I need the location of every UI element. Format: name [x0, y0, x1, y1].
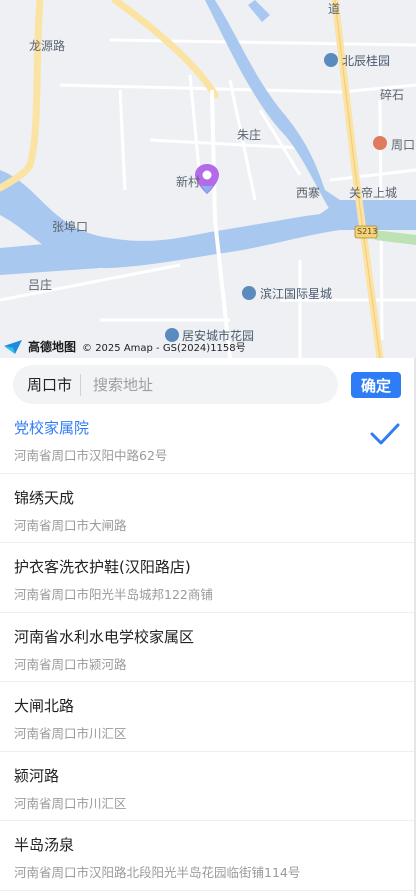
map-copyright: © 2025 Amap - GS(2024)1158号: [82, 343, 246, 354]
map-label-guandi: 关帝上城: [349, 186, 398, 200]
check-icon: [370, 423, 400, 445]
item-name: 大闸北路: [14, 697, 75, 715]
map-label-lvzhuang: 吕庄: [28, 278, 53, 292]
item-name: 河南省水利水电学校家属区: [14, 627, 195, 646]
item-address: 河南省周口市川汇区: [14, 795, 127, 811]
map-label-zhangbukou: 张埠口: [52, 220, 89, 234]
map-attribution: 高德地图 © 2025 Amap - GS(2024)1158号: [4, 338, 246, 355]
map-label-zhoukou: 周口: [391, 138, 416, 152]
map-label-s213: S213: [357, 227, 378, 236]
amap-logo-icon: [4, 339, 22, 354]
item-address: 河南省周口市汉阳路北段阳光半岛花园临街铺114号: [14, 865, 301, 880]
confirm-button[interactable]: 确定: [351, 372, 401, 398]
list-item[interactable]: 锦绣天成 河南省周口市大闸路: [0, 474, 416, 543]
map-label-suishi: 碎石: [380, 88, 405, 102]
item-name: 颍河路: [14, 766, 60, 785]
list-item[interactable]: 党校家属院 河南省周口市汉阳中路62号: [0, 404, 416, 474]
map-label-beichen-guiyuan: 北辰桂园: [342, 54, 391, 68]
item-name: 党校家属院: [14, 419, 90, 437]
item-address: 河南省周口市川汇区: [14, 726, 127, 741]
list-item[interactable]: 护衣客洗衣护鞋(汉阳路店) 河南省周口市阳光半岛城邦122商铺: [0, 543, 416, 613]
map-label-xizhai: 西寨: [296, 186, 321, 200]
amap-logo-text: 高德地图: [28, 340, 77, 354]
item-address: 河南省周口市颍河路: [14, 656, 127, 672]
map-label-binjiang: 滨江国际星城: [260, 287, 333, 301]
list-item[interactable]: 半岛汤泉 河南省周口市汉阳路北段阳光半岛花园临街铺114号: [0, 821, 416, 891]
item-name: 锦绣天成: [14, 488, 75, 507]
list-item[interactable]: 大闸北路 河南省周口市川汇区: [0, 682, 416, 752]
city-selector[interactable]: 周口市: [13, 374, 80, 395]
map-label-xincun: 新村: [176, 175, 201, 189]
item-address: 河南省周口市汉阳中路62号: [14, 448, 168, 463]
map-view[interactable]: 龙源路 道 北辰桂园 碎石 朱庄 周口 新村 西寨 关帝上城 张埠口 S213 …: [0, 0, 416, 358]
item-address: 河南省周口市大闸路: [14, 517, 127, 533]
map-label-zhuzhuang: 朱庄: [237, 128, 262, 142]
list-item[interactable]: 河南省水利水电学校家属区 河南省周口市颍河路: [0, 613, 416, 682]
item-name: 护衣客洗衣护鞋(汉阳路店): [14, 558, 191, 576]
map-label-road: 道: [328, 2, 341, 16]
item-address: 河南省周口市阳光半岛城邦122商铺: [14, 587, 213, 602]
search-box[interactable]: 周口市: [13, 365, 338, 404]
address-results-list: 党校家属院 河南省周口市汉阳中路62号 锦绣天成 河南省周口市大闸路 护衣客洗衣…: [0, 404, 416, 891]
address-picker-page: 龙源路 道 北辰桂园 碎石 朱庄 周口 新村 西寨 关帝上城 张埠口 S213 …: [0, 0, 416, 896]
search-input[interactable]: [81, 375, 302, 394]
map-label-longyuan-road: 龙源路: [29, 39, 66, 53]
item-name: 半岛汤泉: [14, 836, 75, 854]
list-item[interactable]: 颍河路 河南省周口市川汇区: [0, 752, 416, 821]
